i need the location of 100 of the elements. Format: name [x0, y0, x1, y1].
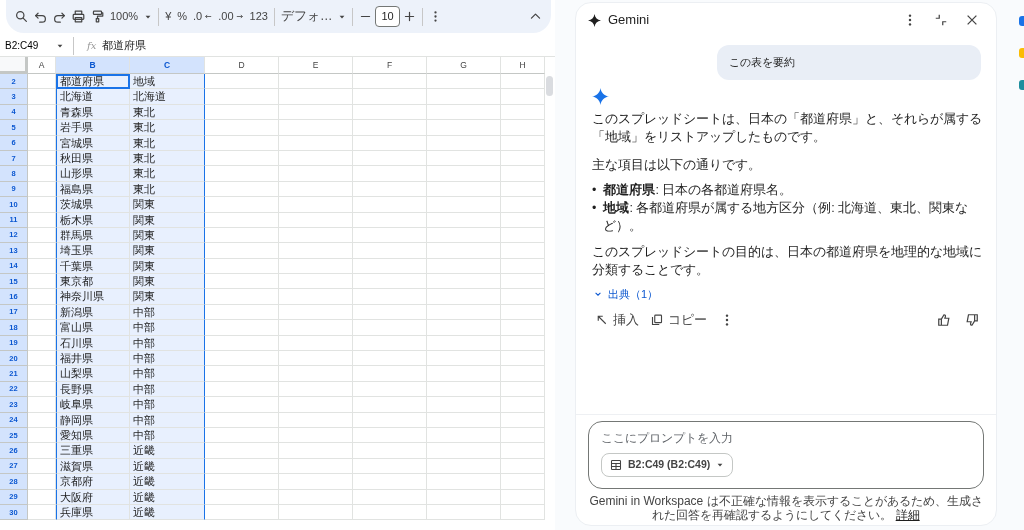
bullet-marker: •: [592, 200, 597, 217]
arrow-icon: [204, 14, 213, 19]
table-cell: [501, 104, 545, 121]
currency-button[interactable]: ¥: [162, 6, 175, 27]
table-cell: [501, 351, 545, 367]
response-paragraph: 主な項目は以下の通りです。: [592, 157, 762, 174]
table-cell: 山梨県: [56, 366, 130, 382]
table-cell: [501, 197, 545, 213]
disclaimer-text: Gemini in Workspace は不正確な情報を表示することがあるため、生成された回答を再確認するようにしてください。 詳細: [588, 494, 984, 522]
table-cell: 岐阜県: [56, 397, 130, 413]
table-cell: 岩手県: [56, 120, 130, 136]
table-cell: 東京都: [56, 274, 130, 290]
decrease-decimal-button[interactable]: .0: [190, 6, 216, 27]
number-format-button[interactable]: 123: [246, 6, 271, 27]
table-cell: 福井県: [56, 351, 130, 367]
table-cell: [501, 289, 545, 305]
table-cell: [501, 489, 545, 505]
arrow-icon: [235, 14, 244, 19]
side-panel-icon[interactable]: [1019, 16, 1024, 26]
table-cell: [501, 304, 545, 321]
font-dropdown[interactable]: デフォ…: [277, 5, 350, 28]
table-cell: [501, 150, 545, 167]
table-cell: 東北: [130, 166, 205, 182]
name-box[interactable]: B2:C49: [0, 37, 70, 54]
user-message: この表を要約: [717, 45, 981, 80]
table-cell: 三重県: [56, 443, 130, 459]
column-header[interactable]: B: [56, 57, 130, 74]
table-cell: 中部: [130, 320, 205, 336]
table-cell: 関東: [130, 243, 205, 259]
copy-icon: [651, 314, 663, 326]
table-cell: [501, 227, 545, 244]
table-cell: [501, 366, 545, 382]
copy-button[interactable]: コピー: [647, 309, 711, 331]
insert-button[interactable]: 挿入: [592, 309, 643, 331]
response-paragraph: このスプレッドシートは、日本の「都道府県」と、それらが属する「地域」をリストアップしたものです。: [592, 111, 983, 146]
sources-toggle[interactable]: 出典（1）: [594, 285, 659, 303]
table-cell: 関東: [130, 197, 205, 213]
table-cell: [501, 458, 545, 475]
column-header[interactable]: G: [427, 57, 501, 74]
sparkle-icon: [592, 88, 609, 105]
side-panel-icon[interactable]: [1019, 80, 1024, 90]
table-cell: [501, 381, 545, 398]
table-cell: 茨城県: [56, 197, 130, 213]
details-link[interactable]: 詳細: [895, 508, 920, 522]
table-cell: 関東: [130, 274, 205, 290]
table-cell: 中部: [130, 397, 205, 413]
column-header[interactable]: E: [279, 57, 353, 74]
table-cell: [501, 335, 545, 352]
prompt-box[interactable]: ここにプロンプトを入力 B2:C49 (B2:C49): [588, 421, 984, 489]
table-cell: [501, 166, 545, 182]
table-cell: 関東: [130, 289, 205, 305]
table-cell: [501, 504, 545, 521]
table-cell: 近畿: [130, 474, 205, 490]
table-cell: [501, 428, 545, 444]
table-cell: 神奈川県: [56, 289, 130, 305]
corner-cell[interactable]: [0, 57, 28, 74]
table-cell: [501, 74, 545, 90]
table-cell: [501, 443, 545, 459]
percent-button[interactable]: %: [174, 6, 191, 27]
column-header[interactable]: A: [28, 57, 56, 74]
table-cell: [501, 181, 545, 198]
column-header[interactable]: F: [353, 57, 427, 74]
table-cell: 北海道: [56, 89, 130, 105]
table-cell: 都道府県: [56, 74, 130, 90]
table-cell: [501, 243, 545, 259]
table-cell: [501, 412, 545, 428]
response-paragraph: このスプレッドシートの目的は、日本の都道府県を地理的な地域に分類することです。: [592, 244, 983, 279]
chevron-icon: [594, 290, 602, 298]
bullet-text: 都道府県: 日本の各都道府県名。: [603, 181, 793, 199]
fx-label: fx: [87, 39, 97, 53]
panel-title: Gemini: [608, 11, 651, 30]
table-cell: 北海道: [130, 89, 205, 105]
table-icon: [610, 458, 622, 471]
table-cell: [501, 274, 545, 290]
column-header[interactable]: D: [205, 57, 279, 74]
table-cell: 近畿: [130, 443, 205, 459]
arrow-icon: [596, 314, 608, 326]
table-cell: [501, 397, 545, 413]
column-header[interactable]: C: [130, 57, 205, 74]
table-cell: 中部: [130, 351, 205, 367]
bullet-text: 地域: 各都道府県が属する地方区分（例: 北海道、東北、関東など）。: [603, 200, 970, 235]
zoom-dropdown[interactable]: 100%: [107, 6, 156, 27]
scrollbar-thumb[interactable]: [546, 76, 553, 96]
table-cell: [501, 120, 545, 136]
table-cell: [501, 212, 545, 228]
table-cell: [501, 89, 545, 105]
table-cell: [501, 258, 545, 275]
column-header[interactable]: H: [501, 57, 545, 74]
increase-decimal-button[interactable]: .00: [215, 6, 247, 27]
table-cell: [501, 135, 545, 151]
table-cell: [501, 474, 545, 490]
table-cell: 埼玉県: [56, 243, 130, 259]
table-cell: 中部: [130, 366, 205, 382]
table-cell: 東北: [130, 120, 205, 136]
bullet-marker: •: [592, 182, 597, 199]
range-chip[interactable]: B2:C49 (B2:C49): [601, 453, 734, 477]
table-cell: [501, 320, 545, 336]
table-cell: 山形県: [56, 166, 130, 182]
font-size-field[interactable]: 10: [375, 6, 400, 27]
table-cell: 地域: [130, 74, 205, 90]
